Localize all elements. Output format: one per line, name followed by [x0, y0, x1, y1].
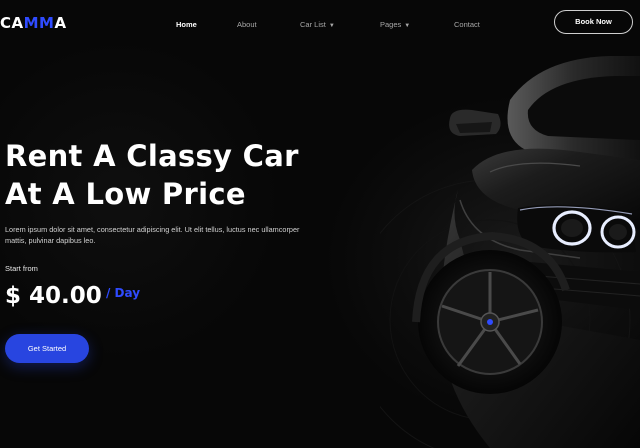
get-started-button[interactable]: Get Started [5, 334, 89, 363]
main-nav: Home About Car List ▼ Pages ▼ Contact [0, 20, 640, 34]
hero-title-line-1: Rent A Classy Car [5, 139, 299, 173]
hero-title-line-2: At A Low Price [5, 177, 246, 211]
hero-description: Lorem ipsum dolor sit amet, consectetur … [5, 225, 300, 245]
nav-pages-label: Pages [380, 20, 402, 29]
nav-about-label: About [237, 20, 257, 29]
chevron-down-icon: ▼ [404, 23, 411, 29]
price-value: $ 40.00 [5, 283, 102, 309]
nav-home-label: Home [176, 20, 197, 29]
nav-pages[interactable]: Pages ▼ [380, 20, 410, 29]
nav-car-list-label: Car List [300, 20, 326, 29]
nav-home[interactable]: Home [176, 20, 197, 29]
price-unit: / Day [106, 286, 141, 300]
car-image [380, 56, 640, 448]
book-now-button[interactable]: Book Now [554, 10, 633, 34]
nav-about[interactable]: About [237, 20, 257, 29]
chevron-down-icon: ▼ [328, 23, 335, 29]
hero-title: Rent A Classy Car At A Low Price [5, 137, 299, 213]
nav-car-list[interactable]: Car List ▼ [300, 20, 335, 29]
start-from-label: Start from [5, 264, 38, 273]
nav-contact[interactable]: Contact [454, 20, 480, 29]
nav-contact-label: Contact [454, 20, 480, 29]
